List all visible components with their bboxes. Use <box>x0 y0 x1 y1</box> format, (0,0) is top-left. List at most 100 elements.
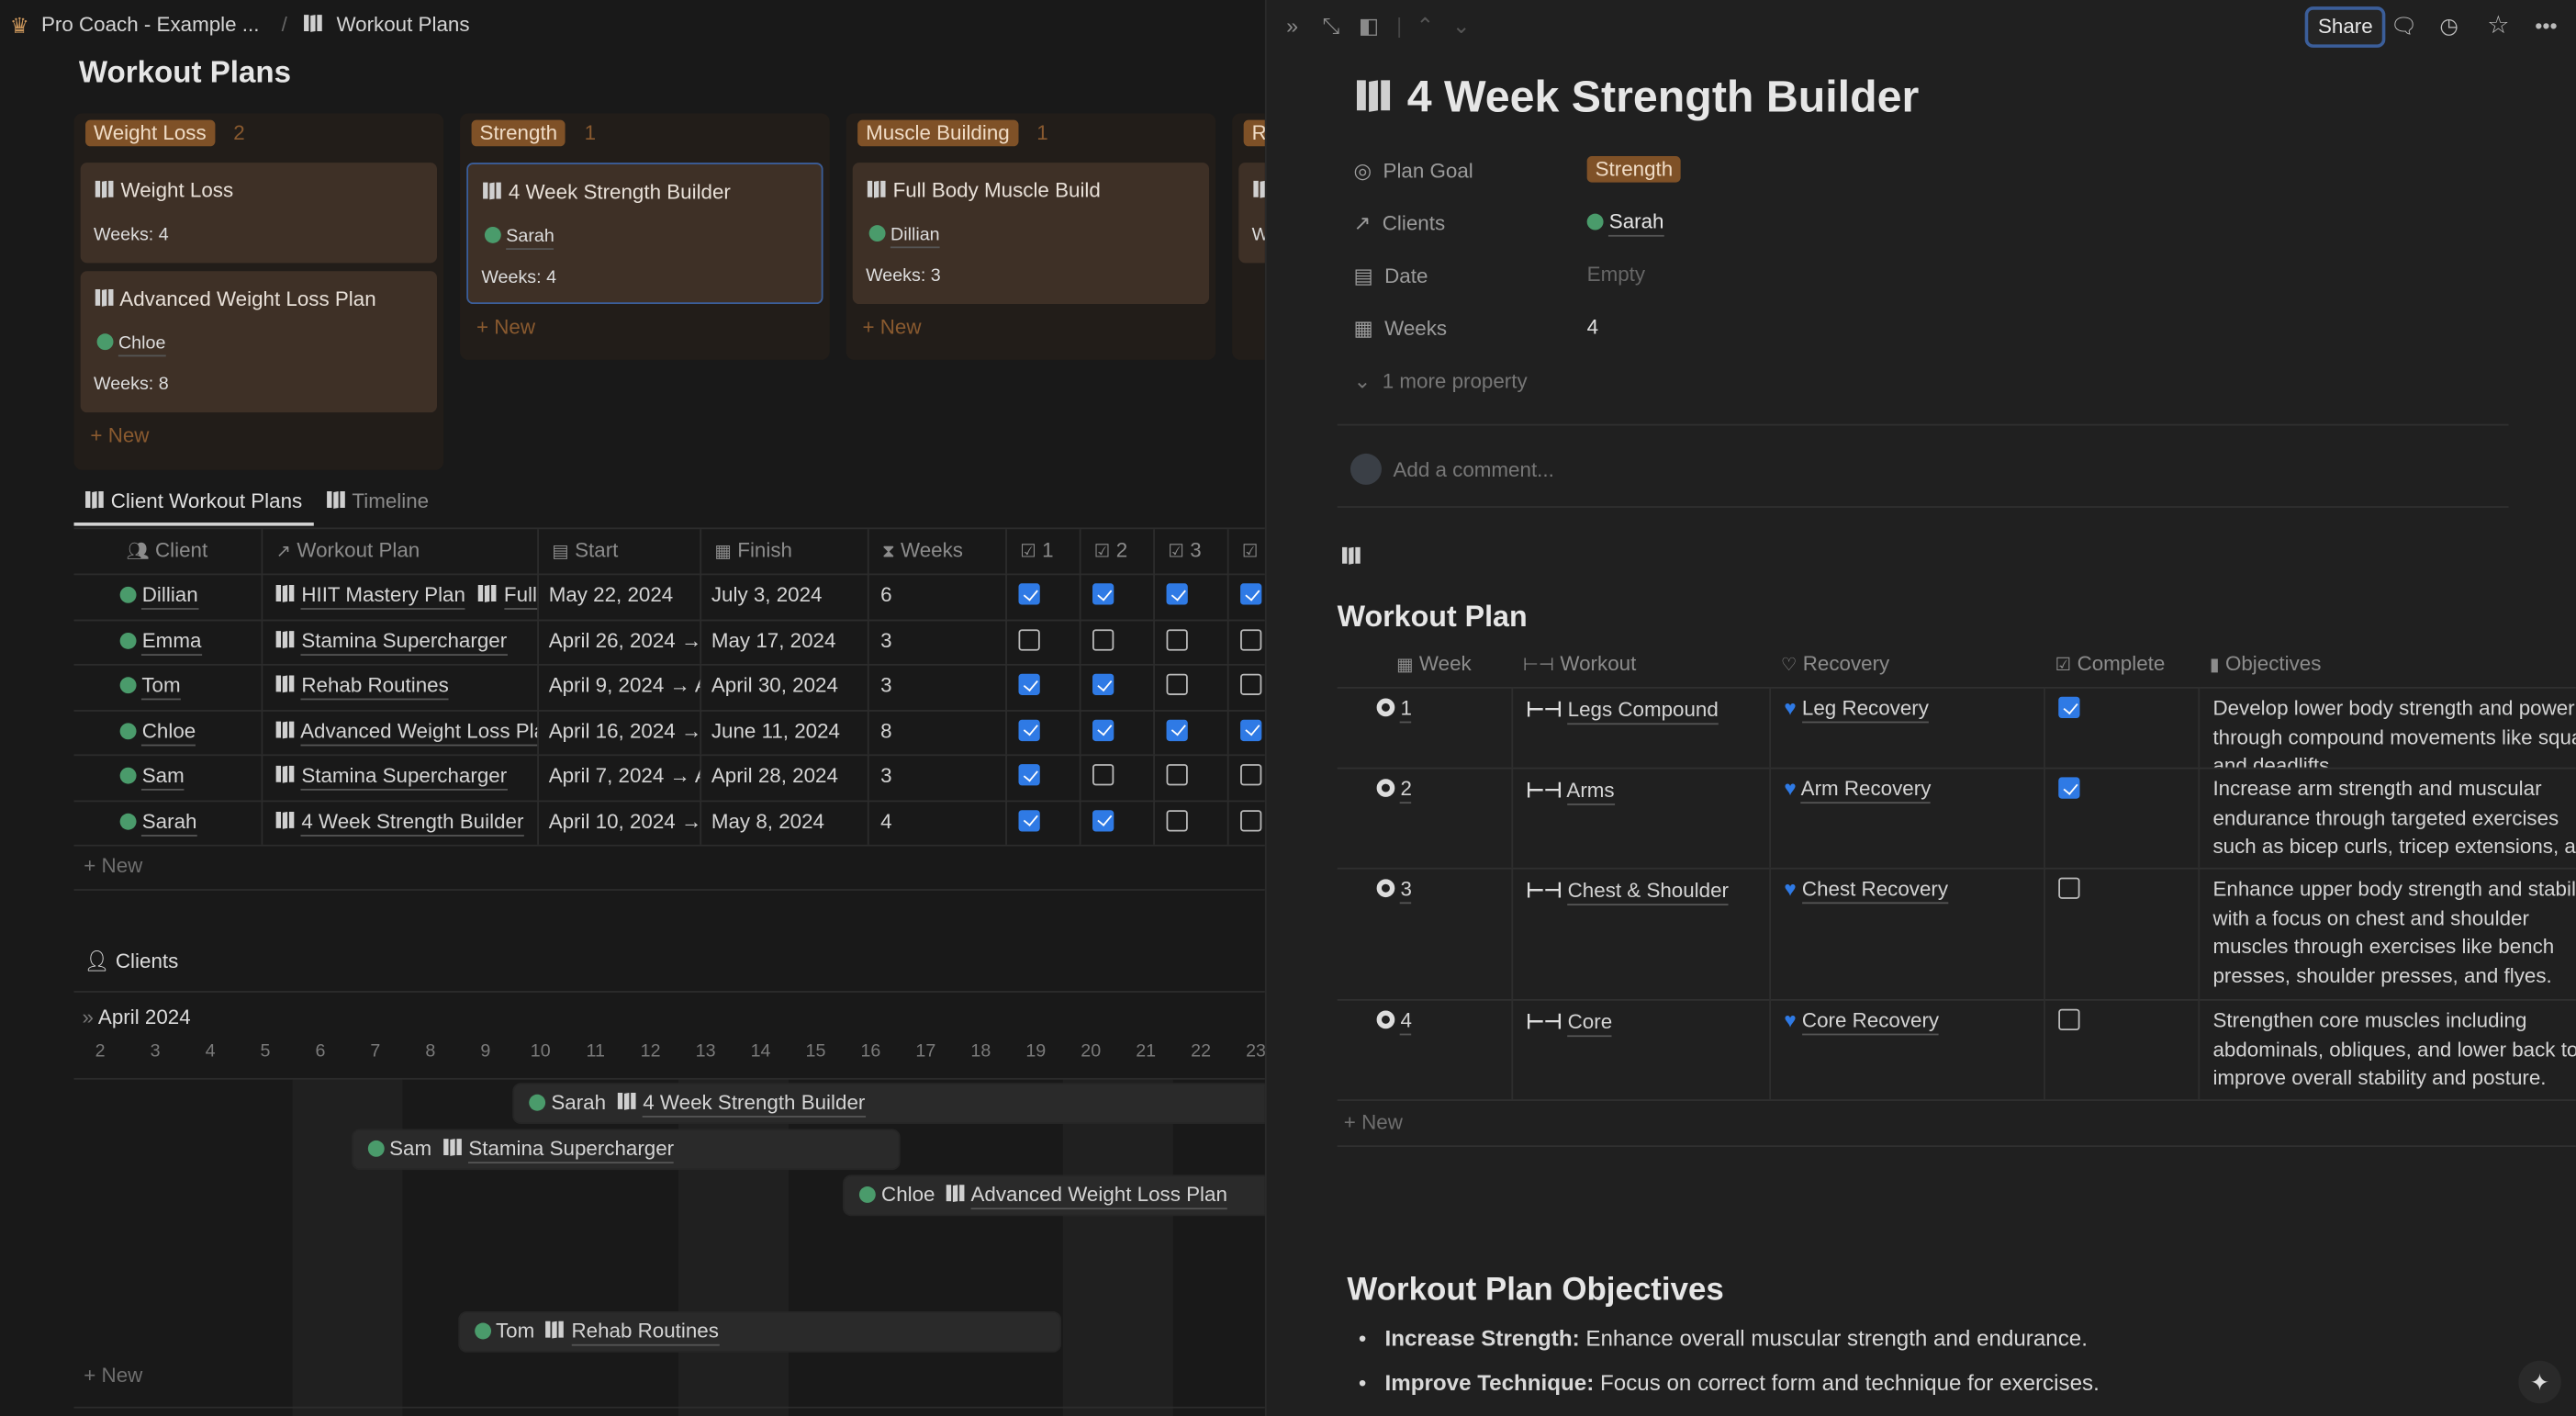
workout-plan-cell[interactable]: 4 Week Strength Builder <box>263 799 539 845</box>
column-header[interactable]: ☑ 1 <box>1007 529 1081 574</box>
finish-cell[interactable]: May 17, 2024 <box>701 618 869 664</box>
week-checkbox[interactable] <box>1018 718 1040 741</box>
start-cell[interactable]: April 16, 2024 → <box>539 709 702 755</box>
property-label[interactable]: ▤ Date <box>1354 263 1428 287</box>
week-cell[interactable]: 3 <box>1338 867 1514 1000</box>
column-header[interactable]: 👥︎ Client <box>74 529 263 574</box>
workout-cell[interactable]: ⊢⊣ Core <box>1513 999 1772 1100</box>
column-header[interactable]: ☑ Complete <box>2045 641 2166 687</box>
objectives-cell[interactable]: Increase arm strength and muscular endur… <box>2200 768 2575 867</box>
new-card-button[interactable]: + New <box>90 424 149 447</box>
card-client[interactable]: Dillian <box>890 225 940 249</box>
week-checkbox[interactable] <box>1018 628 1040 650</box>
share-button[interactable]: Share <box>2304 6 2386 48</box>
chevron-down-icon[interactable]: ⌄ <box>1452 13 1471 39</box>
week-checkbox[interactable] <box>1166 809 1188 831</box>
workout-cell[interactable]: ⊢⊣ Arms <box>1513 767 1772 868</box>
board-card[interactable]: Weight Loss Weeks: 4 <box>80 163 438 264</box>
timeline-bar[interactable]: Sam Stamina Supercharger <box>352 1130 898 1169</box>
board-card[interactable]: W <box>1238 163 1265 264</box>
property-value[interactable]: 4 <box>1587 316 1598 339</box>
week-checkbox[interactable] <box>1092 583 1114 605</box>
column-header[interactable]: ⧗ Weeks <box>869 529 1007 574</box>
finish-cell[interactable]: April 28, 2024 <box>701 754 869 800</box>
plan-link[interactable]: HIIT Mastery Plan <box>301 583 465 610</box>
workout-plan-cell[interactable]: Stamina Supercharger <box>263 618 539 664</box>
board-card[interactable]: 4 Week Strength Builder Sarah Weeks: 4 <box>466 163 823 305</box>
property-value[interactable]: Empty <box>1587 263 1645 286</box>
group-tag[interactable]: Muscle Building <box>857 119 1018 147</box>
column-header[interactable]: ▦ Finish <box>701 529 869 574</box>
tab-client-workout-plans[interactable]: Client Workout Plans <box>84 489 302 512</box>
history-clock-icon[interactable]: ◷ <box>2439 13 2458 39</box>
week-checkbox[interactable] <box>1092 718 1114 741</box>
new-timeline-item-button[interactable]: + New <box>84 1364 142 1387</box>
column-header[interactable]: ♡ Recovery <box>1771 641 1889 687</box>
workout-cell[interactable]: ⊢⊣ Chest & Shoulder <box>1513 867 1772 1000</box>
detail-title[interactable]: 4 Week Strength Builder <box>1352 73 1919 123</box>
week-cell[interactable]: 4 <box>1338 999 1514 1100</box>
property-value[interactable]: Sarah <box>1586 210 1664 237</box>
client-cell[interactable]: Emma <box>74 618 263 664</box>
new-card-button[interactable]: + New <box>476 316 535 339</box>
timeline-bar[interactable]: Sarah 4 Week Strength Builder <box>514 1084 1265 1123</box>
week-checkbox[interactable] <box>1166 764 1188 786</box>
start-cell[interactable]: April 9, 2024 → April 30, 2024 <box>539 663 702 710</box>
week-checkbox[interactable] <box>1018 583 1040 605</box>
property-value[interactable]: Strength <box>1586 156 1682 183</box>
complete-checkbox[interactable] <box>2058 696 2080 719</box>
week-checkbox[interactable] <box>1018 673 1040 695</box>
week-checkbox[interactable] <box>1018 764 1040 786</box>
client-cell[interactable]: Sarah <box>74 799 263 845</box>
property-label[interactable]: ◎ Plan Goal <box>1354 158 1473 183</box>
start-cell[interactable]: April 26, 2024 → <box>539 618 702 664</box>
column-header[interactable]: ☑ 3 <box>1155 529 1229 574</box>
new-row-button[interactable]: + New <box>1344 1111 1403 1134</box>
group-tag[interactable]: R <box>1243 119 1265 147</box>
column-header[interactable]: ▦ Week <box>1386 641 1472 687</box>
week-checkbox[interactable] <box>1092 673 1114 695</box>
week-checkbox[interactable] <box>1166 673 1188 695</box>
week-checkbox[interactable] <box>1240 628 1262 650</box>
week-checkbox[interactable] <box>1240 583 1262 605</box>
plan-link[interactable]: Stamina Supercharger <box>301 628 508 656</box>
client-cell[interactable]: Tom <box>74 663 263 710</box>
column-header[interactable]: ☑ 2 <box>1081 529 1156 574</box>
expand-icon[interactable]: ⤡ <box>1323 13 1340 39</box>
column-header[interactable]: ⊢⊣ Workout <box>1513 641 1636 687</box>
week-cell[interactable]: 1 <box>1338 687 1514 768</box>
week-checkbox[interactable] <box>1018 809 1040 831</box>
breadcrumb-page[interactable]: Workout Plans <box>336 14 469 37</box>
recovery-cell[interactable]: ♥ Leg Recovery <box>1771 687 2045 768</box>
week-cell[interactable]: 2 <box>1338 767 1514 868</box>
recovery-cell[interactable]: ♥ Arm Recovery <box>1771 767 2045 868</box>
finish-cell[interactable]: April 30, 2024 <box>701 663 869 710</box>
group-tag[interactable]: Weight Loss <box>85 119 215 147</box>
objectives-cell[interactable]: Develop lower body strength and power th… <box>2200 687 2575 768</box>
start-cell[interactable]: April 10, 2024 → <box>539 799 702 845</box>
week-checkbox[interactable] <box>1166 583 1188 605</box>
week-checkbox[interactable] <box>1240 764 1262 786</box>
plan-link[interactable]: Advanced Weight Loss Plan <box>300 718 538 746</box>
tab-timeline[interactable]: Timeline <box>325 489 429 512</box>
close-peek-icon[interactable]: » <box>1286 13 1298 38</box>
client-cell[interactable]: Chloe <box>74 709 263 755</box>
column-header[interactable]: ☑ <box>1229 529 1265 573</box>
property-label[interactable]: ↗ Clients <box>1354 210 1446 235</box>
expand-icon[interactable]: » <box>82 1006 93 1028</box>
group-tag[interactable]: Strength <box>471 119 566 147</box>
client-cell[interactable]: Sam <box>74 754 263 800</box>
comments-icon[interactable]: 🗨︎ <box>2391 13 2418 39</box>
plan-link[interactable]: Rehab Routines <box>301 673 449 701</box>
new-card-button[interactable]: + New <box>862 316 921 339</box>
workout-plan-cell[interactable]: HIIT Mastery Plan Full Body Muscle Build <box>263 573 539 619</box>
card-client[interactable]: Sarah <box>506 226 554 251</box>
chevron-up-icon[interactable]: ⌃ <box>1417 13 1435 39</box>
complete-checkbox[interactable] <box>2058 1008 2080 1031</box>
week-checkbox[interactable] <box>1240 809 1262 831</box>
week-checkbox[interactable] <box>1166 628 1188 650</box>
new-row-button[interactable]: + New <box>84 855 142 878</box>
ai-assistant-button[interactable]: ✦ <box>2518 1360 2561 1404</box>
card-client[interactable]: Chloe <box>118 333 166 357</box>
timeline-bar[interactable]: Chloe Advanced Weight Loss Plan <box>844 1176 1265 1215</box>
